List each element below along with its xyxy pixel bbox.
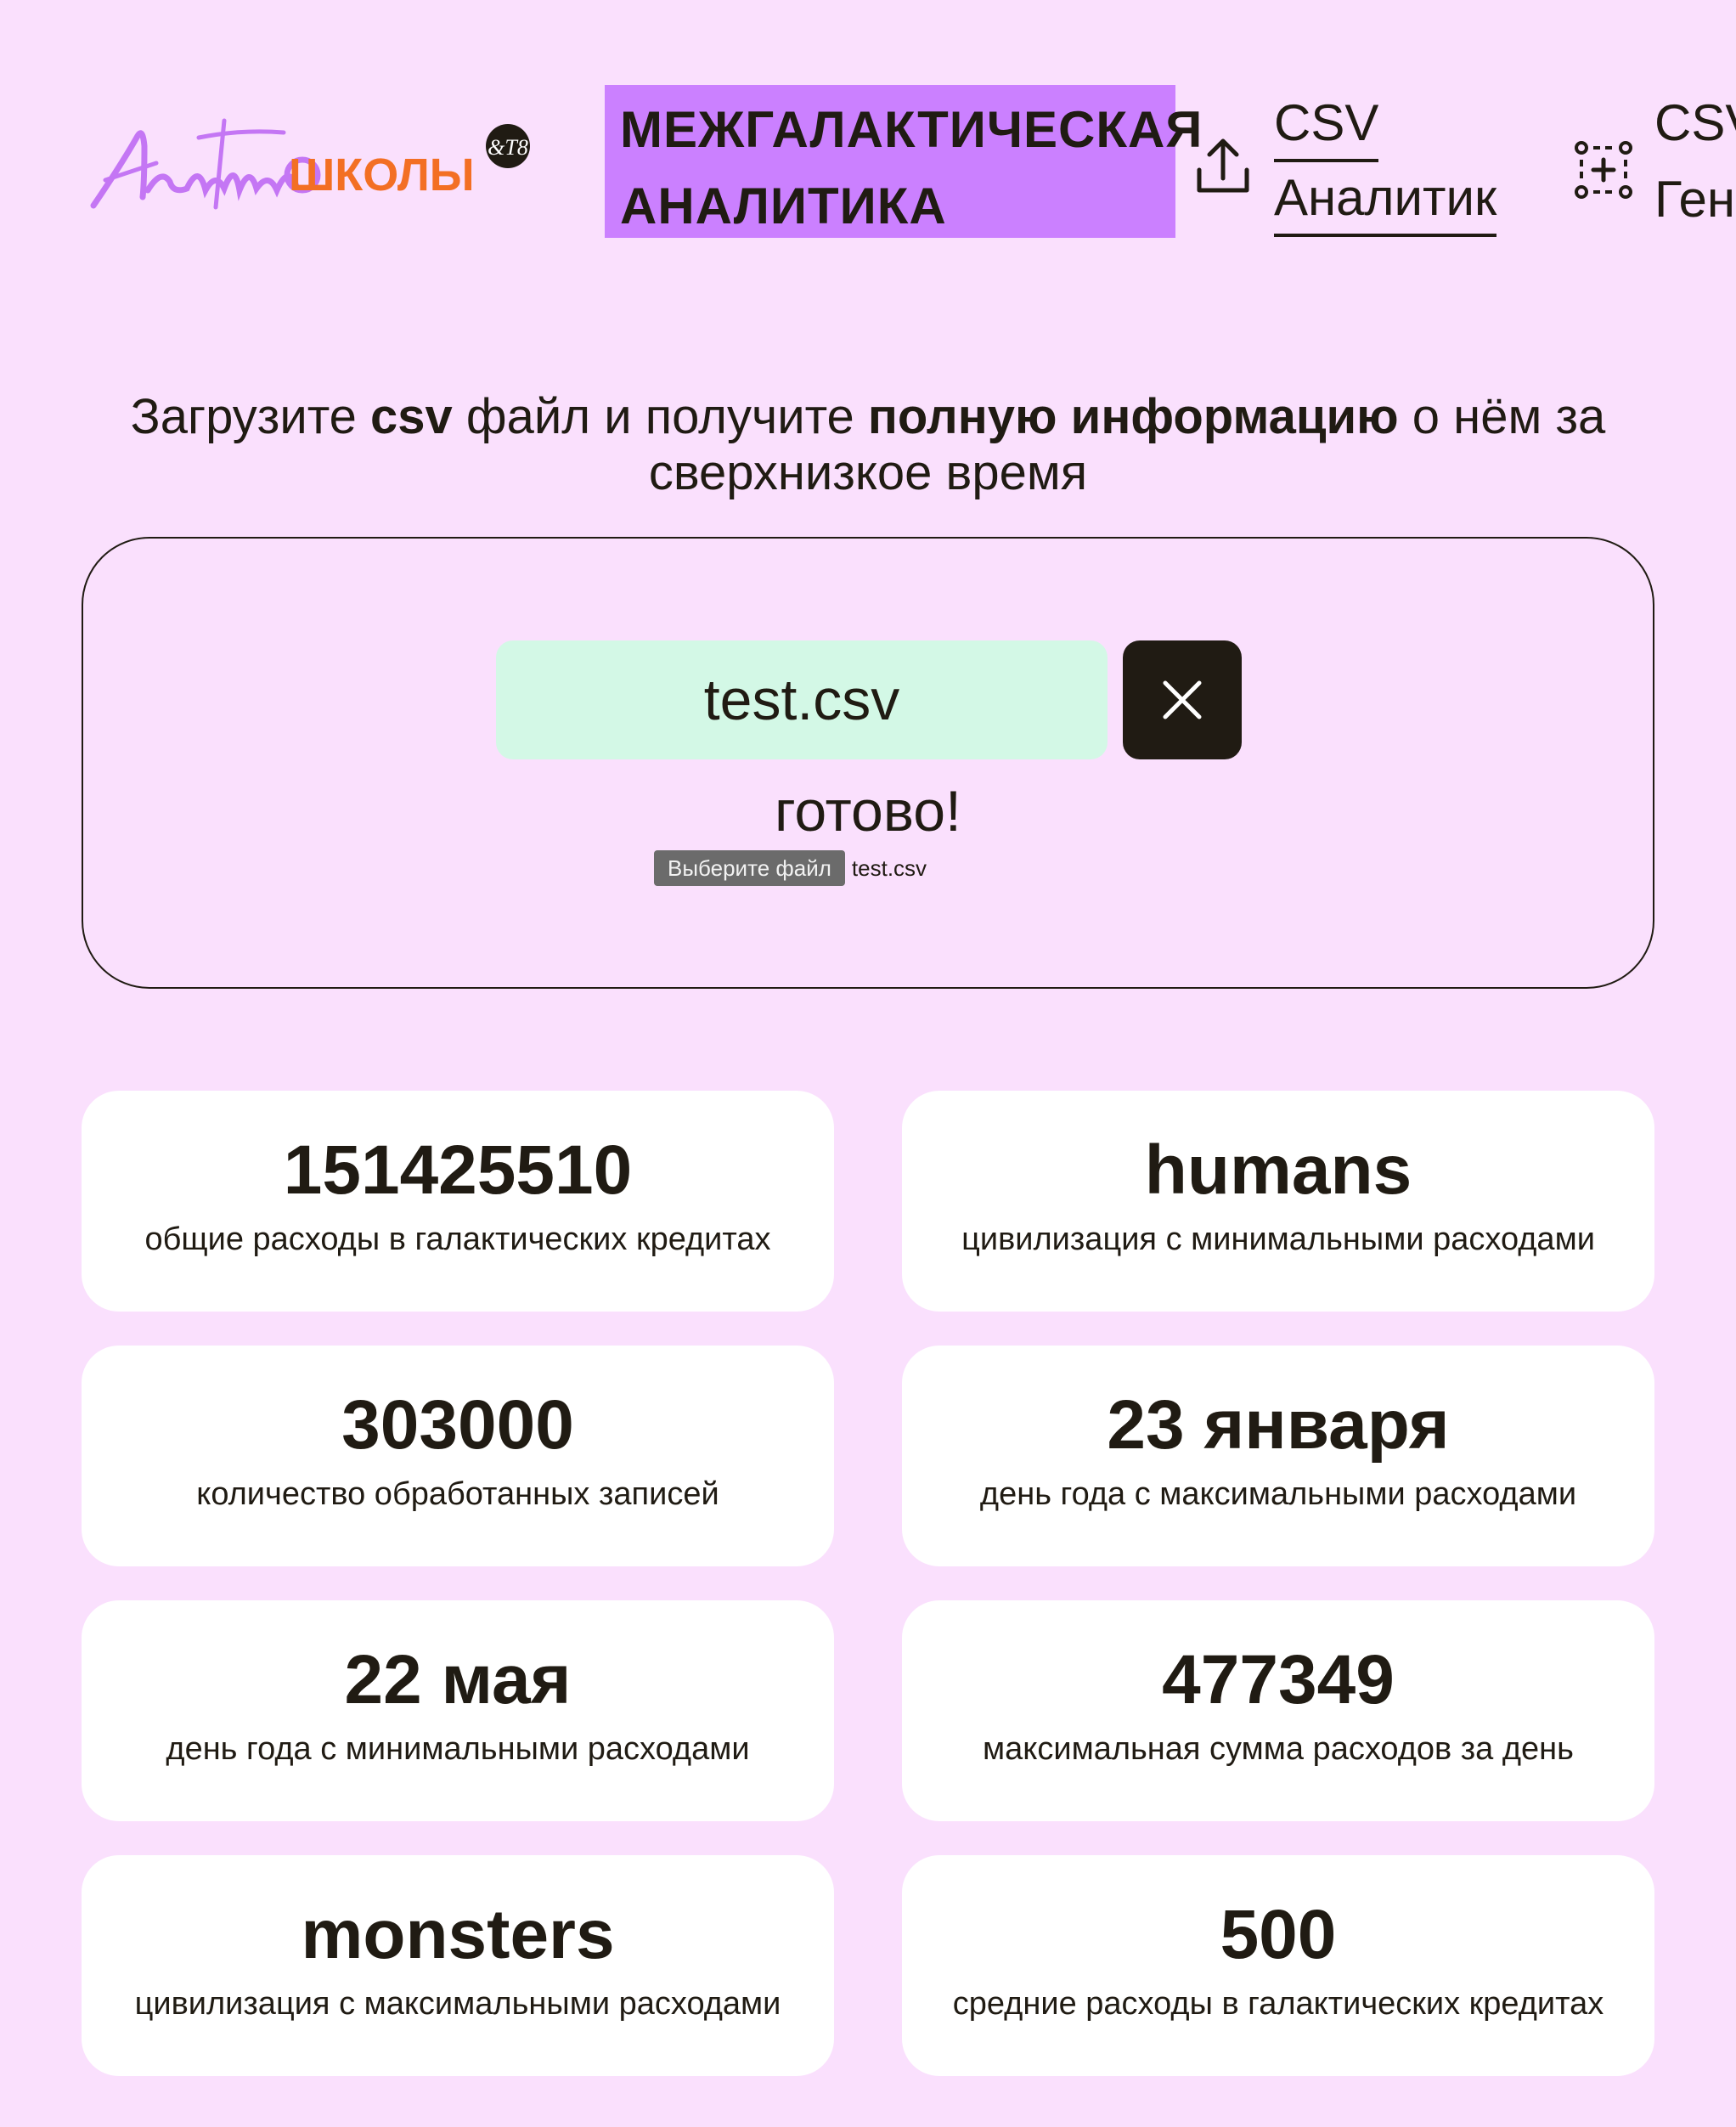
stat-label: общие расходы в галактических кредитах xyxy=(144,1221,771,1257)
remove-file-button[interactable] xyxy=(1123,640,1242,759)
intro-part: файл и получите xyxy=(452,389,868,444)
stat-value: 23 января xyxy=(1107,1386,1450,1464)
logo-wordmark: ШКОЛЫ xyxy=(289,150,475,200)
brand-line-2: АНАЛИТИКА xyxy=(620,178,947,234)
logo-badge: &T8 xyxy=(488,135,528,160)
stat-card-max-daily-sum: 477349 максимальная сумма расходов за де… xyxy=(902,1600,1654,1821)
nav-csv-generator[interactable]: CSV Ген xyxy=(1573,85,1736,246)
upload-status: готово! xyxy=(775,779,961,843)
nav-csv-generator-line-2: Ген xyxy=(1654,171,1735,228)
stat-label: день года с максимальными расходами xyxy=(979,1476,1577,1512)
summer-schools-logo[interactable]: ШКОЛЫ &T8 xyxy=(88,112,538,214)
nav-csv-generator-line-1: CSV xyxy=(1654,94,1736,151)
intro-part: о нём за xyxy=(1398,389,1606,444)
intro-bold-info: полную информацию xyxy=(867,389,1399,444)
stat-card-max-civilization: monsters цивилизация с максимальными рас… xyxy=(82,1855,834,2076)
stat-card-max-day: 23 января день года с максимальными расх… xyxy=(902,1346,1654,1566)
stat-value: 477349 xyxy=(1162,1641,1395,1718)
upload-dropzone[interactable]: test.csv готово! Выберите файл test.csv xyxy=(82,537,1654,989)
intro-line-2: сверхнизкое время xyxy=(648,445,1088,500)
upload-icon xyxy=(1192,127,1254,204)
stat-label: средние расходы в галактических кредитах xyxy=(952,1986,1604,2022)
stat-label: максимальная сумма расходов за день xyxy=(983,1731,1574,1767)
stat-label: цивилизация с максимальными расходами xyxy=(134,1986,781,2022)
stat-label: количество обработанных записей xyxy=(196,1476,719,1512)
stat-card-rows-processed: 303000 количество обработанных записей xyxy=(82,1346,834,1566)
stat-value: 22 мая xyxy=(344,1641,572,1718)
stat-card-min-civilization: humans цивилизация с минимальными расход… xyxy=(902,1091,1654,1312)
file-input[interactable]: Выберите файл test.csv xyxy=(654,849,927,887)
brand-line-1: МЕЖГАЛАКТИЧЕСКАЯ xyxy=(620,101,1203,158)
stat-value: 500 xyxy=(1220,1896,1337,1973)
close-icon xyxy=(1163,680,1202,719)
stat-value: 303000 xyxy=(341,1386,574,1464)
generate-icon xyxy=(1573,127,1634,204)
nav-csv-analytics[interactable]: CSV Аналитик xyxy=(1192,85,1497,246)
intro-line-1: Загрузите csv файл и получите полную инф… xyxy=(0,389,1736,445)
choose-file-button[interactable]: Выберите файл xyxy=(654,850,845,886)
intro-part: Загрузите xyxy=(130,389,370,444)
stat-card-min-day: 22 мая день года с минимальными расходам… xyxy=(82,1600,834,1821)
logo-graphic: ШКОЛЫ &T8 xyxy=(90,118,530,210)
stat-value: humans xyxy=(1144,1131,1412,1209)
stat-card-total-expenses: 151425510 общие расходы в галактических … xyxy=(82,1091,834,1312)
stat-card-average-expenses: 500 средние расходы в галактических кред… xyxy=(902,1855,1654,2076)
intro-bold-csv: csv xyxy=(370,389,453,444)
header: ШКОЛЫ &T8 МЕЖГАЛАКТИЧЕСКАЯ АНАЛИТИКА CSV… xyxy=(0,0,1736,255)
stat-value: monsters xyxy=(301,1896,615,1973)
stat-value: 151425510 xyxy=(283,1131,633,1209)
nav-csv-analytics-line-2: Аналитик xyxy=(1274,162,1497,237)
intro-text: Загрузите csv файл и получите полную инф… xyxy=(0,389,1736,501)
nav-csv-analytics-line-1: CSV xyxy=(1274,87,1379,162)
brand-title[interactable]: МЕЖГАЛАКТИЧЕСКАЯ АНАЛИТИКА xyxy=(605,85,1203,238)
stat-label: день года с минимальными расходами xyxy=(166,1731,750,1767)
stat-label: цивилизация с минимальными расходами xyxy=(961,1221,1595,1257)
chosen-file-name: test.csv xyxy=(851,855,927,881)
uploaded-file-name: test.csv xyxy=(496,640,1108,759)
